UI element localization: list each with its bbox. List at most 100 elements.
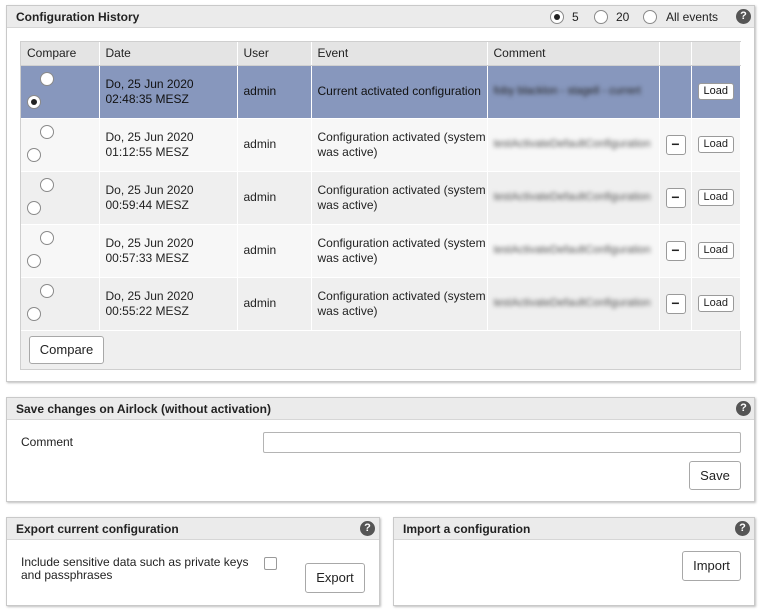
save-button[interactable]: Save [689, 461, 741, 490]
table-row[interactable]: Do, 25 Jun 2020 00:57:33 MESZ admin Conf… [21, 224, 741, 278]
date-cell: Do, 25 Jun 2020 00:57:33 MESZ [99, 224, 238, 278]
event-cell: Configuration activated (system was acti… [311, 224, 488, 278]
configuration-history-header: Configuration History 5 20 All events ? [7, 6, 754, 28]
load-button[interactable]: Load [697, 83, 734, 100]
remove-button[interactable]: − [665, 134, 686, 155]
compare-radio-a[interactable] [40, 177, 54, 192]
comment-cell: testActivateDefaultConfiguration [487, 277, 660, 331]
filter-20[interactable]: 20 [594, 9, 629, 24]
date-cell: Do, 25 Jun 2020 00:59:44 MESZ [99, 171, 238, 225]
help-icon[interactable]: ? [360, 521, 375, 536]
remove-button[interactable]: − [665, 187, 686, 208]
user-cell: admin [237, 118, 312, 172]
compare-radio-a[interactable] [40, 283, 54, 298]
comment-cell: testActivateDefaultConfiguration [487, 118, 660, 172]
configuration-history-panel: Configuration History 5 20 All events ? … [6, 5, 755, 382]
compare-radio-b[interactable] [27, 94, 41, 109]
comment-cell: foby blacklon - stagell - currert [487, 65, 660, 119]
user-cell: admin [237, 277, 312, 331]
load-cell: Load [691, 224, 741, 278]
table-header-row: Compare Date User Event Comment [21, 42, 741, 66]
compare-radio-b[interactable] [27, 306, 41, 321]
load-cell: Load [691, 277, 741, 331]
column-header-user: User [237, 42, 312, 66]
load-button[interactable]: Load [697, 189, 734, 206]
compare-radio-b[interactable] [27, 147, 41, 162]
comment-cell: testActivateDefaultConfiguration [487, 224, 660, 278]
remove-cell: − [659, 118, 692, 172]
compare-cell [21, 277, 100, 331]
export-title: Export current configuration [16, 522, 179, 536]
filter-all-events-radio[interactable] [643, 9, 657, 24]
event-cell: Configuration activated (system was acti… [311, 277, 488, 331]
comment-text: foby blacklon - stagell - currert [493, 85, 641, 97]
column-header-comment: Comment [487, 42, 660, 66]
export-panel: Export current configuration ? Include s… [6, 517, 380, 606]
column-header-date: Date [99, 42, 238, 66]
filter-5[interactable]: 5 [550, 9, 579, 24]
compare-radio-b[interactable] [27, 253, 41, 268]
load-button[interactable]: Load [697, 295, 734, 312]
load-cell: Load [691, 118, 741, 172]
filter-5-label: 5 [572, 10, 579, 24]
remove-button[interactable]: − [665, 240, 686, 261]
filter-5-radio[interactable] [550, 9, 564, 24]
load-cell: Load [691, 65, 741, 119]
load-cell: Load [691, 171, 741, 225]
filter-all-events-label: All events [666, 10, 719, 24]
comment-text: testActivateDefaultConfiguration [493, 191, 651, 203]
import-button[interactable]: Import [682, 551, 741, 581]
user-cell: admin [237, 65, 312, 119]
compare-radio-a[interactable] [40, 230, 54, 245]
comment-text: testActivateDefaultConfiguration [493, 244, 651, 256]
import-panel: Import a configuration ? Import [393, 517, 755, 606]
export-button[interactable]: Export [305, 563, 365, 593]
table-row[interactable]: Do, 25 Jun 2020 00:59:44 MESZ admin Conf… [21, 171, 741, 225]
compare-cell [21, 65, 100, 119]
compare-button[interactable]: Compare [29, 336, 104, 364]
column-header-compare: Compare [21, 42, 100, 66]
filter-all-events[interactable]: All events [643, 9, 718, 24]
load-button[interactable]: Load [697, 242, 734, 259]
sensitive-data-checkbox[interactable] [264, 557, 277, 570]
history-table: Compare Date User Event Comment Do, 25 J… [21, 42, 741, 331]
event-cell: Configuration activated (system was acti… [311, 171, 488, 225]
save-changes-panel: Save changes on Airlock (without activat… [6, 397, 755, 502]
table-row[interactable]: Do, 25 Jun 2020 02:48:35 MESZ admin Curr… [21, 65, 741, 119]
help-icon[interactable]: ? [736, 9, 751, 24]
compare-cell [21, 171, 100, 225]
remove-button[interactable]: − [665, 293, 686, 314]
load-button[interactable]: Load [697, 136, 734, 153]
help-icon[interactable]: ? [736, 401, 751, 416]
compare-radio-a[interactable] [40, 71, 54, 86]
filter-20-label: 20 [616, 10, 630, 24]
help-icon[interactable]: ? [735, 521, 750, 536]
compare-cell [21, 118, 100, 172]
user-cell: admin [237, 224, 312, 278]
event-cell: Current activated configuration [311, 65, 488, 119]
export-header: Export current configuration ? [7, 518, 379, 540]
comment-cell: testActivateDefaultConfiguration [487, 171, 660, 225]
comment-label: Comment [21, 435, 74, 449]
import-title: Import a configuration [403, 522, 531, 536]
save-changes-title: Save changes on Airlock (without activat… [16, 402, 271, 416]
date-cell: Do, 25 Jun 2020 00:55:22 MESZ [99, 277, 238, 331]
column-header-remove [659, 42, 692, 66]
sensitive-data-label: Include sensitive data such as private k… [21, 555, 249, 582]
table-row[interactable]: Do, 25 Jun 2020 00:55:22 MESZ admin Conf… [21, 277, 741, 331]
history-grid: Compare Date User Event Comment Do, 25 J… [20, 41, 741, 370]
filter-20-radio[interactable] [594, 9, 608, 24]
date-cell: Do, 25 Jun 2020 01:12:55 MESZ [99, 118, 238, 172]
compare-radio-b[interactable] [27, 200, 41, 215]
table-row[interactable]: Do, 25 Jun 2020 01:12:55 MESZ admin Conf… [21, 118, 741, 172]
comment-input[interactable] [263, 432, 741, 453]
comment-text: testActivateDefaultConfiguration [493, 138, 651, 150]
remove-cell: − [659, 224, 692, 278]
save-changes-header: Save changes on Airlock (without activat… [7, 398, 754, 420]
comment-text: testActivateDefaultConfiguration [493, 297, 651, 309]
import-header: Import a configuration ? [394, 518, 754, 540]
column-header-event: Event [311, 42, 488, 66]
user-cell: admin [237, 171, 312, 225]
event-cell: Configuration activated (system was acti… [311, 118, 488, 172]
compare-radio-a[interactable] [40, 124, 54, 139]
